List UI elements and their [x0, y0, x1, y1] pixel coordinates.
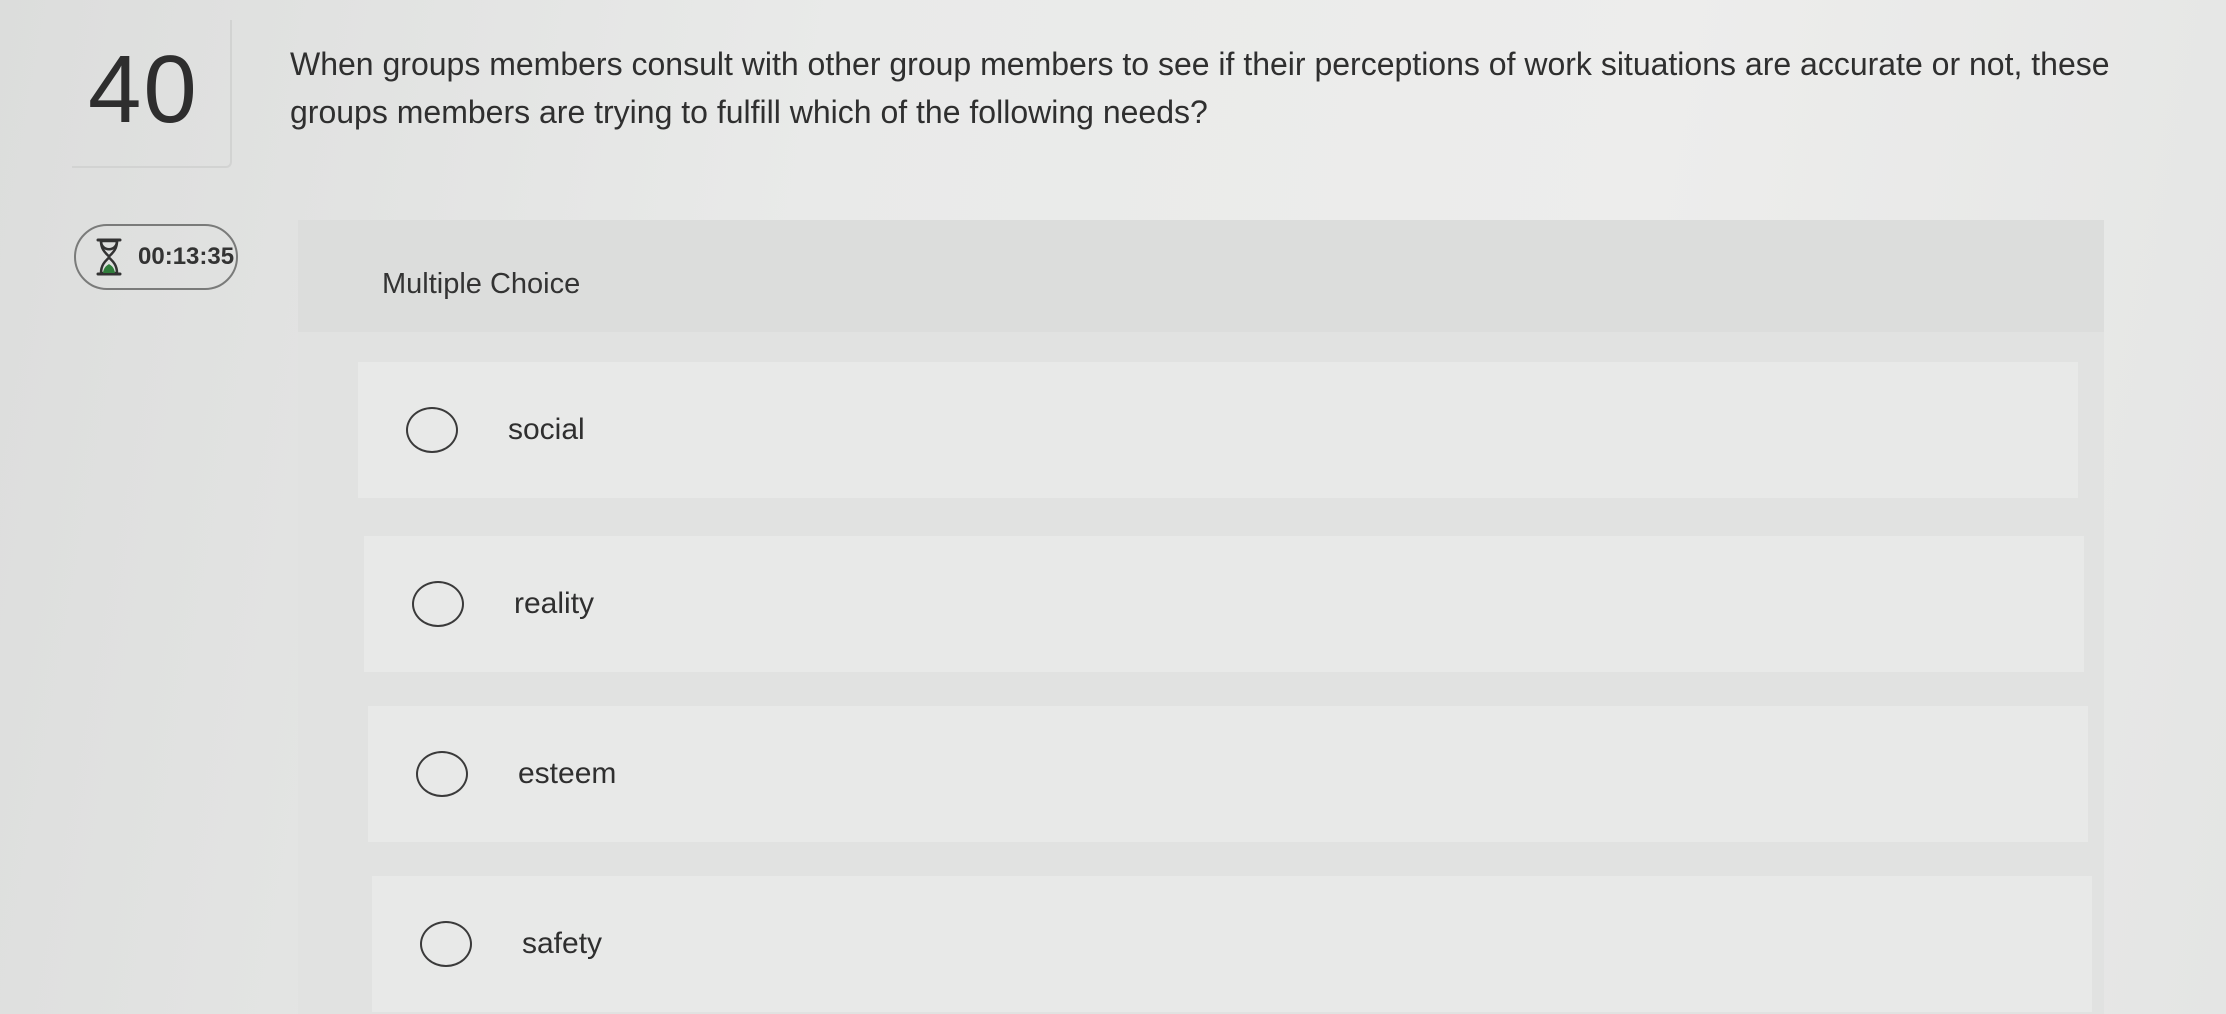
choice-label: esteem [518, 757, 617, 790]
timer-value: 00:13:35 [138, 243, 235, 270]
question-text: When groups members consult with other g… [290, 46, 2110, 130]
multiple-choice-card: Multiple Choice social reality esteem sa… [298, 220, 2104, 1014]
card-header: Multiple Choice [298, 220, 2104, 332]
choice-label: social [508, 413, 585, 446]
quiz-page: 40 When groups members consult with othe… [0, 0, 2226, 1014]
card-title: Multiple Choice [382, 268, 581, 300]
choice-safety[interactable]: safety [372, 876, 2092, 1012]
choice-social[interactable]: social [358, 362, 2078, 498]
choice-label: reality [514, 587, 595, 620]
question-number: 40 [88, 36, 199, 143]
choice-label: safety [522, 927, 603, 960]
timer-badge[interactable]: 00:13:35 [74, 224, 238, 290]
question-number-box: 40 [72, 20, 232, 168]
radio-button[interactable] [406, 407, 458, 453]
choice-reality[interactable]: reality [364, 536, 2084, 672]
hourglass-icon [96, 238, 122, 276]
choice-esteem[interactable]: esteem [368, 706, 2088, 842]
radio-button[interactable] [412, 581, 464, 627]
radio-button[interactable] [420, 921, 472, 967]
radio-button[interactable] [416, 751, 468, 797]
